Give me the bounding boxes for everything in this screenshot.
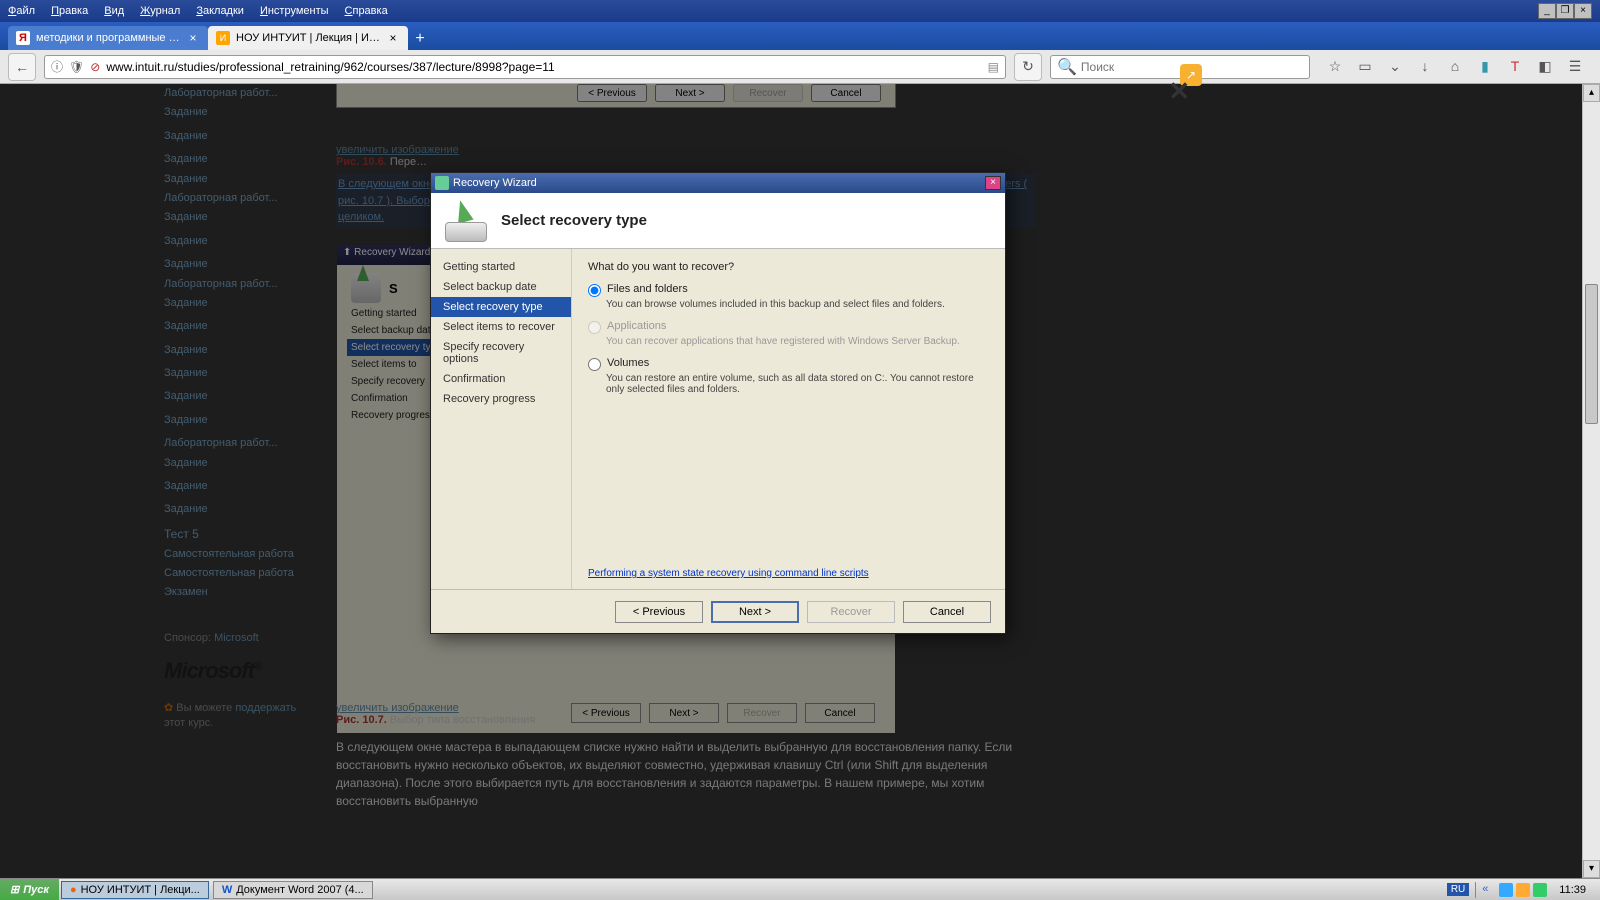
url-input[interactable] [106, 60, 981, 74]
wizard-panel: What do you want to recover? Files and f… [571, 249, 1005, 589]
taskbar-task-word[interactable]: W Документ Word 2007 (4... [213, 881, 373, 899]
window-close[interactable]: × [1574, 3, 1592, 19]
menu-edit[interactable]: Правка [51, 5, 88, 17]
step-select-recovery-type[interactable]: Select recovery type [431, 297, 571, 317]
dialog-heading: Select recovery type [501, 212, 647, 229]
scroll-up-button[interactable]: ▴ [1583, 84, 1600, 102]
option-applications: Applications [588, 320, 989, 334]
tab-title: методики и программные пр... [36, 32, 180, 44]
recover-button: Recover [807, 601, 895, 623]
menu-file[interactable]: Файл [8, 5, 35, 17]
dialog-banner: Select recovery type [431, 193, 1005, 249]
new-tab-button[interactable]: + [408, 30, 432, 50]
radio-files-folders[interactable] [588, 284, 601, 297]
library-icon[interactable]: ▭ [1356, 58, 1374, 76]
tab-close-icon[interactable]: × [386, 31, 400, 45]
option-volumes[interactable]: Volumes [588, 357, 989, 371]
recovery-drive-icon [445, 200, 487, 242]
hint-applications: You can recover applications that have r… [606, 336, 989, 347]
url-bar[interactable]: ⓘ 🛡 ⊘ ▤ [44, 55, 1006, 79]
tab-title: НОУ ИНТУИТ | Лекция | Иде... [236, 32, 380, 44]
window-minimize[interactable]: _ [1538, 3, 1556, 19]
menubar: Файл Правка Вид Журнал Закладки Инструме… [0, 0, 1600, 22]
dialog-footer: < Previous Next > Recover Cancel [431, 589, 1005, 633]
back-button[interactable]: ← [8, 53, 36, 81]
firefox-icon: ● [70, 884, 77, 896]
reload-button[interactable]: ↻ [1014, 53, 1042, 81]
addon-icon-1[interactable]: ▮ [1476, 58, 1494, 76]
toolbar-icons: ☆ ▭ ⌄ ↓ ⌂ ▮ T ◧ ☰ [1318, 58, 1592, 76]
system-tray: RU « 11:39 [1439, 882, 1600, 898]
wizard-steps: Getting started Select backup date Selec… [431, 249, 571, 589]
step-select-backup-date[interactable]: Select backup date [431, 277, 571, 297]
panel-question: What do you want to recover? [588, 261, 989, 273]
hint-files-folders: You can browse volumes included in this … [606, 299, 989, 310]
browser-tab-1[interactable]: Я методики и программные пр... × [8, 26, 208, 50]
tray-icon-3[interactable] [1533, 883, 1547, 897]
bookmark-star-icon[interactable]: ☆ [1326, 58, 1344, 76]
menu-tools[interactable]: Инструменты [260, 5, 329, 17]
home-icon[interactable]: ⌂ [1446, 58, 1464, 76]
scroll-thumb[interactable] [1585, 284, 1598, 424]
recovery-icon [435, 176, 449, 190]
start-button[interactable]: ⊞ Пуск [0, 879, 59, 900]
scroll-down-button[interactable]: ▾ [1583, 860, 1600, 878]
tab-close-icon[interactable]: × [186, 31, 200, 45]
intuit-icon: И [216, 31, 230, 45]
reader-icon[interactable]: ▤ [988, 60, 999, 74]
radio-volumes[interactable] [588, 358, 601, 371]
globe-icon[interactable]: ⊘ [90, 60, 100, 74]
next-button[interactable]: Next > [711, 601, 799, 623]
dialog-close-button[interactable]: × [985, 176, 1001, 190]
dialog-titlebar[interactable]: Recovery Wizard × [431, 173, 1005, 193]
info-icon[interactable]: ⓘ [51, 58, 63, 75]
browser-tab-2[interactable]: И НОУ ИНТУИТ | Лекция | Иде... × [208, 26, 408, 50]
windows-icon: ⊞ [10, 883, 19, 896]
menu-help[interactable]: Справка [345, 5, 388, 17]
hint-volumes: You can restore an entire volume, such a… [606, 373, 989, 395]
sidebar-icon[interactable]: ◧ [1536, 58, 1554, 76]
recovery-wizard-dialog: Recovery Wizard × Select recovery type G… [430, 172, 1006, 634]
system-state-recovery-link[interactable]: Performing a system state recovery using… [588, 568, 869, 579]
addon-icon-2[interactable]: T [1506, 58, 1524, 76]
option-files-folders[interactable]: Files and folders [588, 283, 989, 297]
shield-icon[interactable]: 🛡 [69, 60, 84, 74]
step-confirmation[interactable]: Confirmation [431, 369, 571, 389]
tray-expand-icon[interactable]: « [1482, 883, 1496, 897]
radio-applications [588, 321, 601, 334]
language-indicator[interactable]: RU [1447, 883, 1469, 896]
vertical-scrollbar[interactable]: ▴ ▾ [1582, 84, 1600, 878]
menu-history[interactable]: Журнал [140, 5, 180, 17]
pocket-icon[interactable]: ⌄ [1386, 58, 1404, 76]
search-icon: 🔍 [1057, 57, 1077, 77]
step-getting-started[interactable]: Getting started [431, 257, 571, 277]
dialog-title: Recovery Wizard [453, 177, 537, 189]
tray-icon-1[interactable] [1499, 883, 1513, 897]
word-icon: W [222, 884, 232, 896]
menu-bookmarks[interactable]: Закладки [196, 5, 244, 17]
step-specify-options[interactable]: Specify recovery options [431, 337, 571, 369]
tray-icon-2[interactable] [1516, 883, 1530, 897]
cancel-button[interactable]: Cancel [903, 601, 991, 623]
taskbar: ⊞ Пуск ● НОУ ИНТУИТ | Лекци... W Докумен… [0, 878, 1600, 900]
lightbox-close-button[interactable]: ✕ [1168, 76, 1190, 107]
step-select-items[interactable]: Select items to recover [431, 317, 571, 337]
previous-button[interactable]: < Previous [615, 601, 703, 623]
taskbar-clock[interactable]: 11:39 [1553, 884, 1592, 896]
taskbar-task-browser[interactable]: ● НОУ ИНТУИТ | Лекци... [61, 881, 209, 899]
window-controls: _ ❐ × [1538, 3, 1592, 19]
menu-view[interactable]: Вид [104, 5, 124, 17]
tray-icons[interactable]: « [1482, 883, 1547, 897]
menu-icon[interactable]: ☰ [1566, 58, 1584, 76]
step-recovery-progress[interactable]: Recovery progress [431, 389, 571, 409]
window-restore[interactable]: ❐ [1556, 3, 1574, 19]
yandex-icon: Я [16, 31, 30, 45]
tabstrip: Я методики и программные пр... × И НОУ И… [0, 22, 1600, 50]
downloads-icon[interactable]: ↓ [1416, 58, 1434, 76]
navbar: ← ⓘ 🛡 ⊘ ▤ ↻ 🔍 ☆ ▭ ⌄ ↓ ⌂ ▮ T ◧ ☰ [0, 50, 1600, 84]
